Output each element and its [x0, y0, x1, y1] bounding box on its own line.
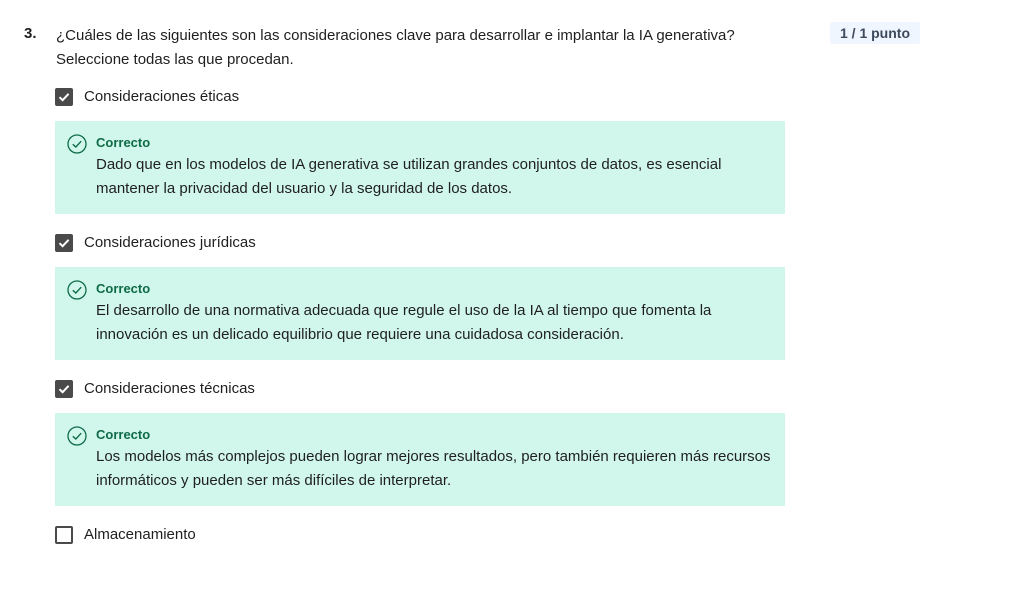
- feedback-box: Correcto El desarrollo de una normativa …: [55, 267, 785, 360]
- question-prompt-line1: ¿Cuáles de las siguientes son las consid…: [56, 27, 735, 44]
- checkbox-juridicas[interactable]: [55, 234, 73, 252]
- checkbox-tecnicas[interactable]: [55, 380, 73, 398]
- option-label: Consideraciones técnicas: [84, 380, 255, 397]
- feedback-title: Correcto: [96, 281, 151, 296]
- question-number: 3.: [24, 25, 37, 42]
- option-row-tecnicas[interactable]: Consideraciones técnicas: [55, 378, 785, 400]
- question-prompt: ¿Cuáles de las siguientes son las consid…: [56, 24, 796, 72]
- option-row-almacenamiento[interactable]: Almacenamiento: [55, 524, 785, 546]
- feedback-box: Correcto Dado que en los modelos de IA g…: [55, 121, 785, 214]
- checkbox-almacenamiento[interactable]: [55, 526, 73, 544]
- score-badge: 1 / 1 punto: [830, 22, 920, 44]
- checkmark-icon: [58, 385, 70, 394]
- feedback-box: Correcto Los modelos más complejos puede…: [55, 413, 785, 506]
- option-label: Consideraciones jurídicas: [84, 234, 256, 251]
- option-row-eticas[interactable]: Consideraciones éticas: [55, 86, 785, 108]
- feedback-title: Correcto: [96, 135, 151, 150]
- feedback-text: Dado que en los modelos de IA generativa…: [96, 156, 722, 197]
- feedback-title: Correcto: [96, 427, 151, 442]
- check-circle-icon: [67, 134, 87, 154]
- question-prompt-line2: Seleccione todas las que procedan.: [56, 51, 294, 68]
- options-list: Consideraciones éticas Correcto Dado que…: [55, 86, 785, 546]
- checkmark-icon: [58, 239, 70, 248]
- check-circle-icon: [67, 280, 87, 300]
- option-label: Consideraciones éticas: [84, 88, 240, 105]
- checkbox-eticas[interactable]: [55, 88, 73, 106]
- checkmark-icon: [58, 93, 70, 102]
- feedback-text: Los modelos más complejos pueden lograr …: [96, 448, 771, 489]
- option-label: Almacenamiento: [84, 526, 196, 543]
- check-circle-icon: [67, 426, 87, 446]
- feedback-text: El desarrollo de una normativa adecuada …: [96, 302, 712, 343]
- option-row-juridicas[interactable]: Consideraciones jurídicas: [55, 232, 785, 254]
